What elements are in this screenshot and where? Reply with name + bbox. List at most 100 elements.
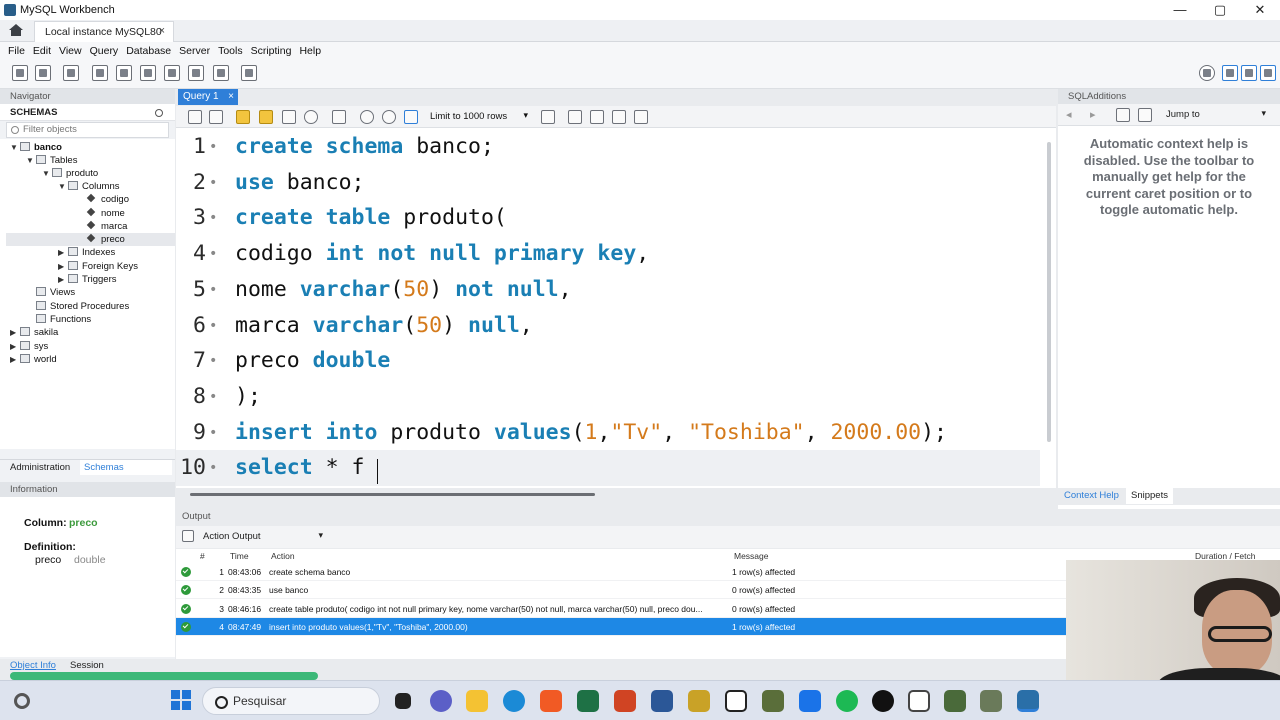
tree-item-codigo[interactable]: codigo	[86, 193, 129, 206]
toggle-output-icon[interactable]	[1241, 65, 1257, 81]
expand-arrow-icon[interactable]: ▶	[10, 353, 20, 366]
expand-arrow-icon[interactable]: ▼	[26, 154, 36, 167]
commit-icon[interactable]	[360, 110, 374, 124]
tab-schemas[interactable]: Schemas	[80, 460, 172, 475]
tiktok-icon[interactable]	[872, 690, 894, 712]
menu-help[interactable]: Help	[295, 45, 325, 57]
editor-line[interactable]: 10 • select * f	[176, 450, 1040, 487]
rollback-icon[interactable]	[382, 110, 396, 124]
col-header-action[interactable]: Action	[271, 549, 295, 563]
tree-item-preco[interactable]: preco	[6, 233, 175, 246]
expand-arrow-icon[interactable]: ▶	[58, 260, 68, 273]
editor-line[interactable]: 5 • nome varchar(50) not null,	[176, 272, 1040, 308]
query-tab[interactable]: Query 1 ×	[178, 89, 238, 105]
create-schema-icon[interactable]	[92, 65, 108, 81]
output-mode-select[interactable]: Action Output	[203, 530, 323, 542]
editor-line[interactable]: 1 • create schema banco;	[176, 129, 1040, 165]
tab-object-info[interactable]: Object Info	[10, 660, 56, 671]
close-button[interactable]: ✕	[1240, 0, 1280, 20]
word-icon[interactable]	[651, 690, 673, 712]
powerpoint-icon[interactable]	[614, 690, 636, 712]
tree-item-nome[interactable]: nome	[86, 207, 125, 220]
invisible-chars-icon[interactable]	[612, 110, 626, 124]
tab-context-help[interactable]: Context Help	[1064, 490, 1119, 501]
refresh-schemas-icon[interactable]	[155, 109, 163, 117]
execute-icon[interactable]	[236, 110, 250, 124]
fold-marker-icon[interactable]: •	[209, 415, 217, 451]
expand-arrow-icon[interactable]: ▶	[10, 340, 20, 353]
create-procedure-icon[interactable]	[164, 65, 180, 81]
tab-session[interactable]: Session	[70, 660, 104, 671]
task-view-icon[interactable]	[395, 693, 411, 709]
fold-marker-icon[interactable]: •	[209, 343, 217, 379]
filter-objects-input[interactable]: Filter objects	[6, 122, 169, 138]
kotlin-icon[interactable]	[836, 690, 858, 712]
tree-item-sakila[interactable]: ▶ sakila	[10, 326, 58, 339]
inspector-icon[interactable]	[63, 65, 79, 81]
create-table-icon[interactable]	[116, 65, 132, 81]
taskbar-search-input[interactable]: Pesquisar	[202, 687, 380, 715]
expand-arrow-icon[interactable]: ▶	[10, 326, 20, 339]
app-icon[interactable]	[762, 690, 784, 712]
menu-scripting[interactable]: Scripting	[247, 45, 296, 57]
notepad-icon[interactable]	[908, 690, 930, 712]
editor-horizontal-scrollbar[interactable]	[190, 493, 595, 496]
open-file-icon[interactable]	[188, 110, 202, 124]
sql-editor[interactable]: 1 • create schema banco; 2 • use banco; 3 • crea…	[176, 128, 1044, 488]
tree-item-columns[interactable]: ▼ Columns	[58, 180, 120, 193]
word-wrap-icon[interactable]	[634, 110, 648, 124]
tree-item-functions[interactable]: Functions	[36, 313, 91, 326]
col-header-number[interactable]: #	[200, 549, 205, 563]
toggle-navigator-icon[interactable]	[1222, 65, 1238, 81]
explain-icon[interactable]	[282, 110, 296, 124]
editor-line[interactable]: 3 • create table produto(	[176, 200, 1040, 236]
create-function-icon[interactable]	[188, 65, 204, 81]
file-explorer-icon[interactable]	[466, 690, 488, 712]
toggle-error-icon[interactable]	[332, 110, 346, 124]
manual-help-icon[interactable]	[1116, 108, 1130, 122]
fold-marker-icon[interactable]: •	[209, 129, 217, 165]
fold-marker-icon[interactable]: •	[209, 200, 217, 236]
tree-item-produto[interactable]: ▼ produto	[42, 167, 98, 180]
tree-item-stored-procedures[interactable]: Stored Procedures	[36, 300, 129, 313]
app2-icon[interactable]	[944, 690, 966, 712]
editor-line[interactable]: 6 • marca varchar(50) null,	[176, 308, 1040, 344]
close-tab-icon[interactable]: ×	[159, 25, 165, 37]
start-icon[interactable]	[171, 690, 191, 710]
editor-line[interactable]: 4 • codigo int not null primary key,	[176, 236, 1040, 272]
beautify-icon[interactable]	[568, 110, 582, 124]
editor-vertical-scrollbar[interactable]	[1044, 128, 1056, 488]
fold-marker-icon[interactable]: •	[209, 450, 217, 486]
calculator-icon[interactable]	[725, 690, 747, 712]
fold-marker-icon[interactable]: •	[209, 236, 217, 272]
brave-icon[interactable]	[540, 690, 562, 712]
mysql-workbench-taskbar-icon[interactable]	[1017, 690, 1039, 712]
excel-icon[interactable]	[577, 690, 599, 712]
editor-line[interactable]: 8 •);	[176, 379, 1040, 415]
search-table-data-icon[interactable]	[213, 65, 229, 81]
close-query-tab-icon[interactable]: ×	[228, 91, 234, 102]
editor-line[interactable]: 2 • use banco;	[176, 165, 1040, 201]
tree-item-sys[interactable]: ▶ sys	[10, 340, 48, 353]
save-icon[interactable]	[209, 110, 223, 124]
jump-to-select[interactable]: Jump to	[1166, 108, 1266, 120]
forward-icon[interactable]: ▸	[1090, 108, 1104, 122]
expand-arrow-icon[interactable]: ▶	[58, 246, 68, 259]
menu-edit[interactable]: Edit	[29, 45, 55, 57]
copy-output-icon[interactable]	[182, 530, 194, 542]
fold-marker-icon[interactable]: •	[209, 165, 217, 201]
edge-icon[interactable]	[503, 690, 525, 712]
tab-administration[interactable]: Administration	[10, 462, 70, 473]
widgets-icon[interactable]	[14, 693, 30, 709]
menu-view[interactable]: View	[55, 45, 86, 57]
autocommit-icon[interactable]	[404, 110, 418, 124]
tree-item-marca[interactable]: marca	[86, 220, 127, 233]
execute-current-icon[interactable]	[259, 110, 273, 124]
notes-icon[interactable]	[799, 690, 821, 712]
expand-arrow-icon[interactable]: ▼	[10, 141, 20, 154]
home-icon[interactable]	[8, 23, 24, 37]
tree-item-world[interactable]: ▶ world	[10, 353, 57, 366]
minimize-button[interactable]: —	[1160, 0, 1200, 20]
toggle-sidebar-icon[interactable]	[1260, 65, 1276, 81]
limit-rows-select[interactable]: Limit to 1000 rows	[430, 110, 528, 122]
